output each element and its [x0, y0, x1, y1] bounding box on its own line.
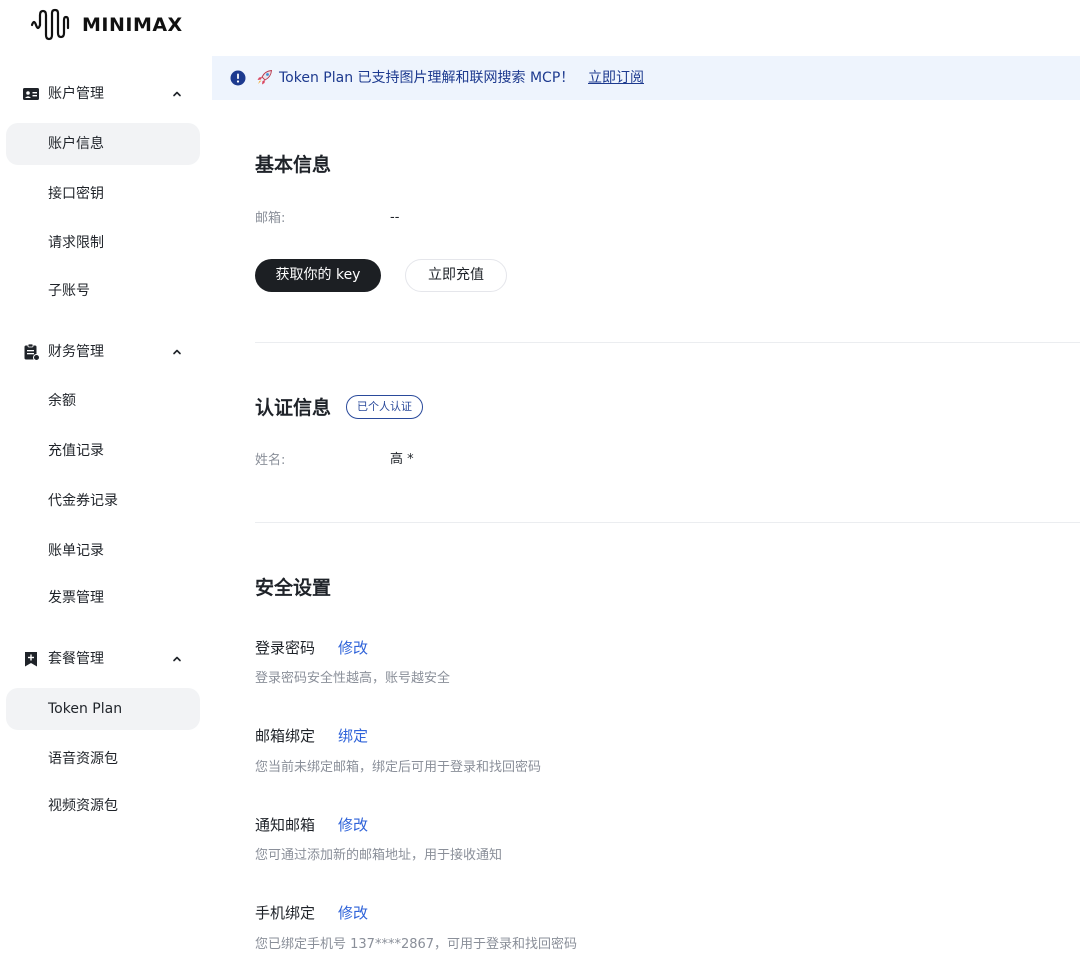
chevron-up-icon: [173, 91, 181, 97]
sidebar: 账户管理 账户信息 接口密钥 请求限制 子账号 财务管理 余额 充值记录 代金券…: [0, 56, 212, 966]
email-value: --: [390, 210, 400, 225]
sidebar-item-voice-packs[interactable]: 语音资源包: [6, 738, 200, 780]
sidebar-item-balance[interactable]: 余额: [6, 380, 200, 422]
sidebar-group-label: 账户管理: [48, 86, 104, 102]
waveform-logo-icon: [30, 8, 70, 41]
chevron-up-icon: [173, 656, 181, 662]
notify-email-title: 通知邮箱: [255, 816, 316, 834]
phone-binding-title: 手机绑定: [255, 904, 316, 922]
sidebar-group-finance[interactable]: 财务管理: [0, 332, 212, 372]
rocket-icon: [257, 70, 272, 85]
notify-email-desc: 您可通过添加新的邮箱地址，用于接收通知: [255, 848, 503, 863]
subscribe-now-link[interactable]: 立即订阅: [588, 69, 644, 87]
login-password-desc: 登录密码安全性越高，账号越安全: [255, 671, 451, 686]
sidebar-group-account[interactable]: 账户管理: [0, 74, 212, 114]
chevron-up-icon: [173, 349, 181, 355]
brand-name: MINIMAX: [82, 14, 183, 36]
clipboard-icon: [24, 343, 40, 361]
sidebar-item-account-info[interactable]: 账户信息: [6, 123, 200, 165]
bookmark-plus-icon: [25, 652, 37, 667]
sidebar-group-label: 套餐管理: [48, 651, 104, 667]
phone-binding-modify-link[interactable]: 修改: [338, 903, 368, 923]
get-key-button[interactable]: 获取你的 key: [255, 259, 381, 292]
sidebar-item-bill-records[interactable]: 账单记录: [6, 530, 200, 572]
brand-logo[interactable]: MINIMAX: [30, 8, 183, 42]
email-binding-desc: 您当前未绑定邮箱，绑定后可用于登录和找回密码: [255, 760, 542, 775]
sidebar-item-voucher-records[interactable]: 代金券记录: [6, 480, 200, 522]
info-icon: [230, 70, 246, 86]
section-divider: [255, 342, 1080, 343]
sidebar-item-token-plan[interactable]: Token Plan: [6, 688, 200, 730]
sidebar-group-plans[interactable]: 套餐管理: [0, 639, 212, 679]
login-password-title: 登录密码: [255, 639, 316, 657]
name-value: 高 *: [390, 452, 414, 467]
login-password-modify-link[interactable]: 修改: [338, 638, 368, 658]
sidebar-group-label: 财务管理: [48, 344, 104, 360]
banner-text: Token Plan 已支持图片理解和联网搜索 MCP！: [279, 70, 575, 86]
sidebar-item-rate-limits[interactable]: 请求限制: [6, 222, 200, 264]
sidebar-item-video-packs[interactable]: 视频资源包: [6, 785, 200, 827]
security-title: 安全设置: [255, 577, 332, 599]
sidebar-item-recharge-records[interactable]: 充值记录: [6, 430, 200, 472]
auth-info-title: 认证信息: [255, 397, 332, 419]
verified-badge: 已个人认证: [346, 395, 423, 419]
id-card-icon: [23, 88, 39, 100]
notify-email-modify-link[interactable]: 修改: [338, 815, 368, 835]
phone-binding-desc: 您已绑定手机号 137****2867，可用于登录和找回密码: [255, 937, 578, 952]
email-binding-bind-link[interactable]: 绑定: [338, 726, 368, 746]
name-label: 姓名:: [255, 453, 286, 468]
sidebar-item-api-keys[interactable]: 接口密钥: [6, 173, 200, 215]
email-label: 邮箱:: [255, 211, 286, 226]
sidebar-item-invoices[interactable]: 发票管理: [6, 577, 200, 619]
sidebar-item-sub-accounts[interactable]: 子账号: [6, 270, 200, 312]
basic-info-title: 基本信息: [255, 154, 332, 176]
recharge-button[interactable]: 立即充值: [405, 259, 507, 292]
email-binding-title: 邮箱绑定: [255, 727, 316, 745]
announcement-banner: Token Plan 已支持图片理解和联网搜索 MCP！ 立即订阅: [212, 56, 1080, 100]
section-divider: [255, 522, 1080, 523]
